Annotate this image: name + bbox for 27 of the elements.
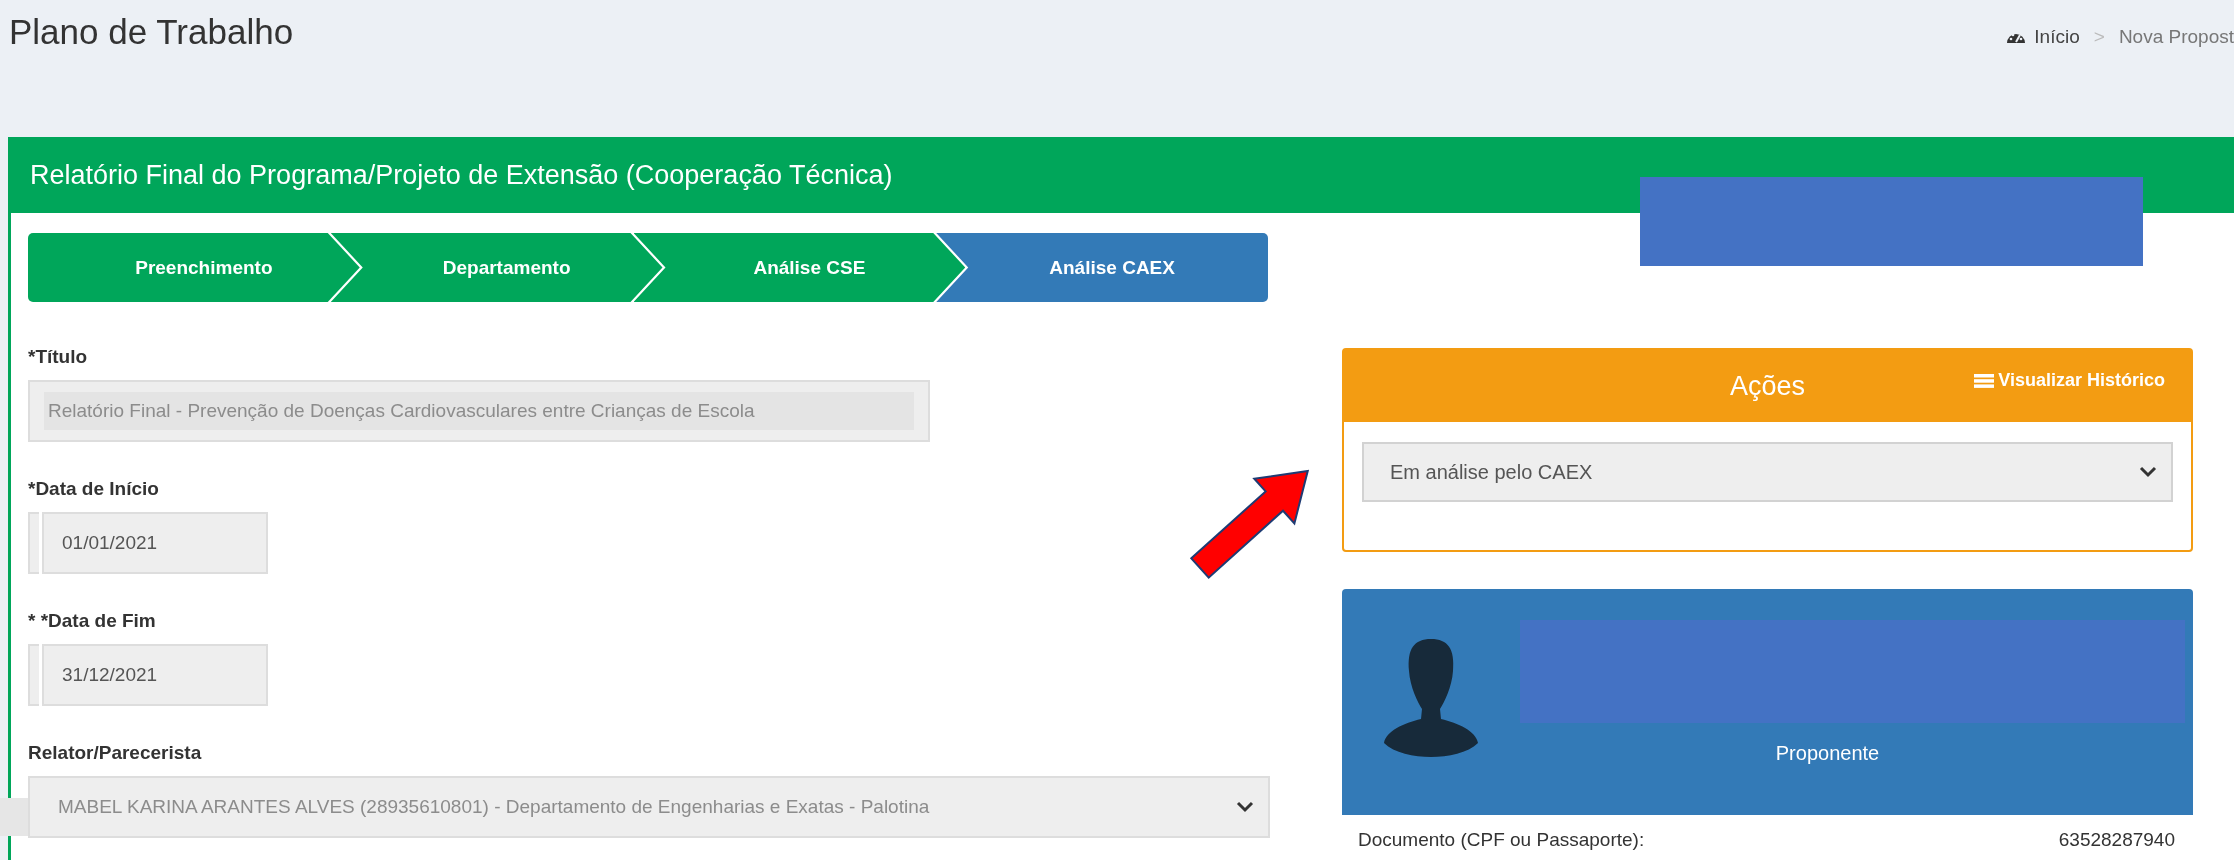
info-label: Documento (CPF ou Passaporte): [1358, 829, 1645, 851]
date-field[interactable]: 31/12/2021 [42, 644, 268, 706]
breadcrumb-separator: > [2093, 26, 2105, 48]
chevron-down-icon [1236, 801, 1254, 813]
chevron-down-icon [2139, 466, 2157, 478]
field-addon [28, 512, 39, 574]
field-label: Relator/Parecerista [28, 742, 203, 764]
status-select[interactable]: Em análise pelo CAEX [1362, 442, 2173, 502]
step-tab[interactable]: Preenchimento [28, 233, 360, 302]
breadcrumb-link[interactable]: Nova Propost [2118, 26, 2234, 48]
field-label: *Data de Início [28, 478, 160, 500]
step-tab[interactable]: Departamento [330, 233, 663, 302]
field-addon [28, 644, 39, 706]
field-label: *Título [28, 346, 89, 368]
avatar-icon [1384, 639, 1478, 757]
breadcrumb-link[interactable]: Início [2034, 26, 2080, 48]
panel-title: Relatório Final do Programa/Projeto de Extensão (Cooperação Técnica) [30, 159, 893, 191]
step-tab[interactable]: Análise CSE [633, 233, 966, 302]
list-icon [1974, 372, 1995, 389]
step-tab[interactable]: Análise CAEX [936, 233, 1268, 302]
actions-title: Ações [1729, 370, 1805, 402]
field-label: * *Data de Fim [28, 610, 157, 632]
info-value: 63528287940 [2058, 829, 2175, 851]
page-title: Plano de Trabalho [9, 12, 294, 52]
date-field[interactable]: 01/01/2021 [42, 512, 268, 574]
history-link[interactable]: Visualizar Histórico [1974, 370, 2165, 391]
role-label: Proponente [1774, 742, 1881, 765]
